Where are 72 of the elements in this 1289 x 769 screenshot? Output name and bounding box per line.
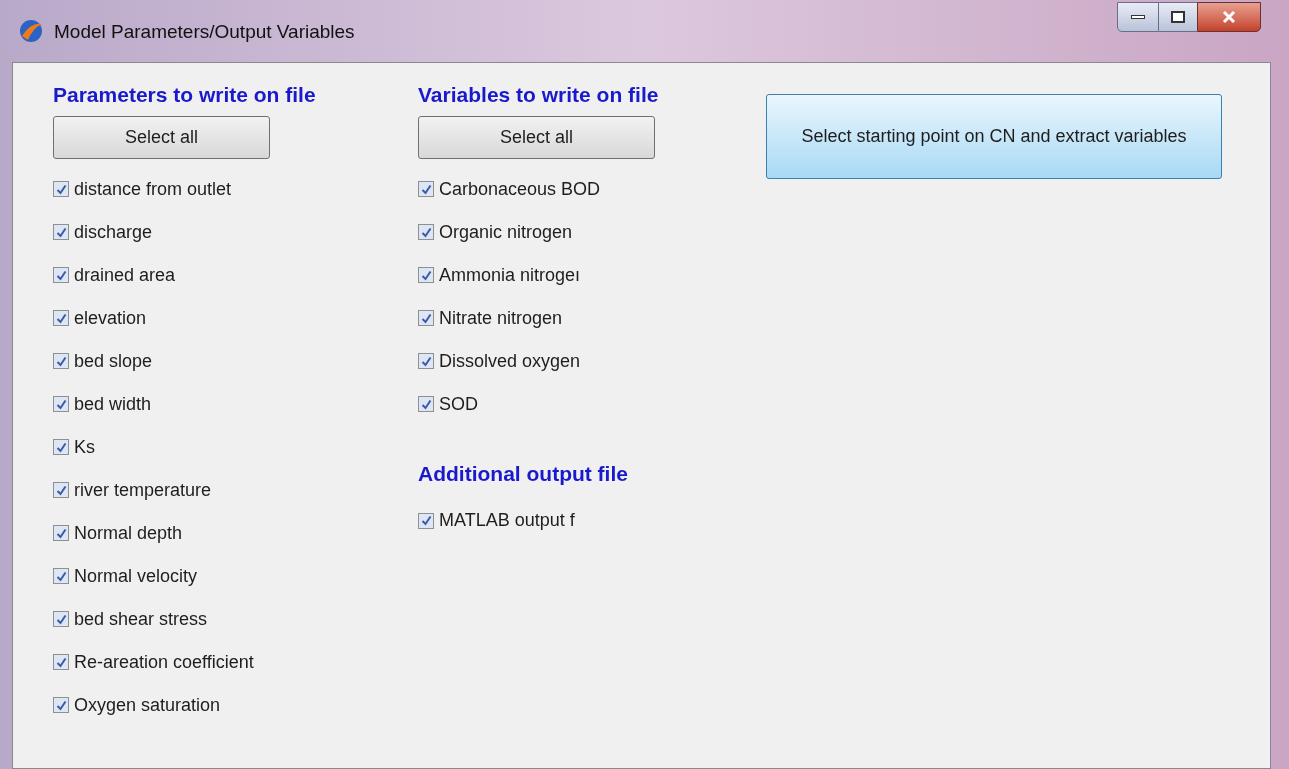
checkbox-label: distance from outlet	[74, 177, 232, 201]
checkbox-label: discharge	[74, 220, 153, 244]
checkbox-label: SOD	[439, 392, 478, 416]
checkmark-icon	[420, 183, 432, 195]
checkbox-label: Ammonia nitrogeı	[439, 263, 581, 287]
checkbox-label: river temperature	[74, 478, 212, 502]
checkmark-icon	[420, 269, 432, 281]
minimize-button[interactable]	[1117, 2, 1159, 32]
checkbox[interactable]	[53, 267, 69, 283]
checkmark-icon	[55, 570, 67, 582]
checkbox-label: Organic nitrogen	[439, 220, 573, 244]
checkbox-label: bed shear stress	[74, 607, 208, 631]
checkbox[interactable]	[53, 697, 69, 713]
checkmark-icon	[420, 398, 432, 410]
checkbox-label: MATLAB output f	[439, 509, 575, 532]
select-all-button[interactable]: Select all	[418, 115, 655, 159]
checkmark-icon	[55, 183, 67, 195]
checkbox-label: Ks	[74, 435, 95, 459]
checkbox[interactable]	[418, 396, 434, 412]
app-logo-icon	[18, 18, 44, 44]
checkbox-label: Oxygen saturation	[74, 693, 221, 717]
checkbox-label: Carbonaceous BOD	[439, 177, 601, 201]
checkmark-icon	[55, 484, 67, 496]
checkbox[interactable]	[53, 310, 69, 326]
window-title: Model Parameters/Output Variables	[54, 20, 355, 44]
checkmark-icon	[55, 398, 67, 410]
checkbox[interactable]	[53, 396, 69, 412]
checkmark-icon	[420, 515, 432, 526]
checkmark-icon	[55, 527, 67, 539]
checkbox-label: bed width	[74, 392, 152, 416]
checkmark-icon	[55, 226, 67, 238]
checkbox[interactable]	[418, 353, 434, 369]
section-heading: Parameters to write on file	[53, 82, 317, 108]
section-heading: Variables to write on file	[418, 82, 660, 108]
checkbox-label: Nitrate nitrogen	[439, 306, 563, 330]
checkbox[interactable]	[53, 181, 69, 197]
checkbox-label: Dissolved oxygen	[439, 349, 581, 373]
checkbox[interactable]	[418, 310, 434, 326]
checkbox-label: Re-areation coefficient	[74, 650, 254, 674]
checkbox[interactable]	[53, 224, 69, 240]
extract-variables-button[interactable]: Select starting point on CN and extract variables	[766, 94, 1222, 179]
checkbox[interactable]	[418, 267, 434, 283]
checkbox[interactable]	[418, 224, 434, 240]
close-button[interactable]	[1197, 2, 1261, 32]
checkmark-icon	[55, 613, 67, 625]
checkmark-icon	[55, 656, 67, 668]
checkmark-icon	[55, 269, 67, 281]
checkmark-icon	[420, 226, 432, 238]
section-heading: Additional output file	[418, 460, 629, 487]
checkmark-icon	[55, 441, 67, 453]
checkbox[interactable]	[53, 482, 69, 498]
checkbox[interactable]	[53, 439, 69, 455]
checkmark-icon	[55, 312, 67, 324]
checkmark-icon	[55, 699, 67, 711]
checkbox[interactable]	[418, 181, 434, 197]
checkbox[interactable]	[53, 353, 69, 369]
checkbox-label: Normal velocity	[74, 564, 198, 588]
checkbox[interactable]	[53, 525, 69, 541]
checkmark-icon	[55, 355, 67, 367]
checkbox-label: Normal depth	[74, 521, 183, 545]
maximize-button[interactable]	[1159, 2, 1197, 32]
checkmark-icon	[420, 312, 432, 324]
checkbox[interactable]	[53, 611, 69, 627]
checkbox[interactable]	[418, 512, 434, 529]
checkbox[interactable]	[53, 654, 69, 670]
select-all-button[interactable]: Select all	[53, 115, 270, 159]
checkbox-label: drained area	[74, 263, 176, 287]
checkbox[interactable]	[53, 568, 69, 584]
close-icon	[1222, 10, 1236, 24]
checkbox-label: elevation	[74, 306, 147, 330]
checkmark-icon	[420, 355, 432, 367]
checkbox-label: bed slope	[74, 349, 153, 373]
